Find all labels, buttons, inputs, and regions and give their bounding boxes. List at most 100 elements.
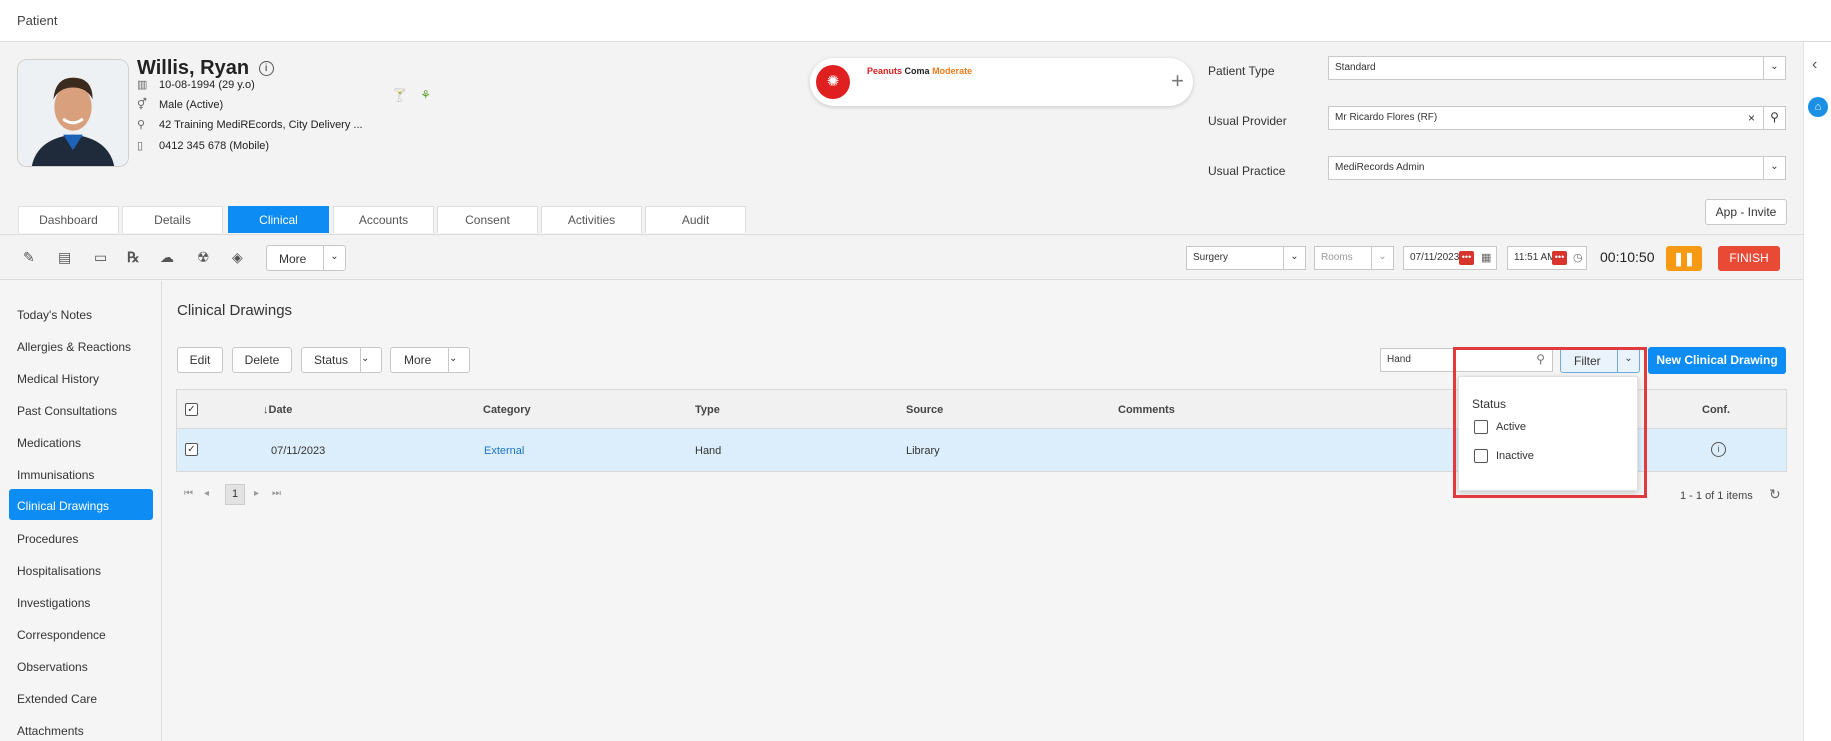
last-page-icon[interactable]: ⏭ [272,488,281,499]
patient-dob-row: ▥ 10-08-1994 (29 y.o) [137,78,255,91]
patient-info-icon[interactable]: i [258,61,274,77]
rooms-select[interactable]: Rooms ⌄ [1314,246,1394,270]
chevron-down-icon[interactable]: ⌄ [323,246,345,270]
toolbar-more-button[interactable]: More ⌄ [266,245,346,271]
toolbar-more-label: More [279,252,307,266]
page-number-button[interactable]: 1 [225,484,245,505]
usual-practice-label: Usual Practice [1208,164,1286,178]
tab-audit[interactable]: Audit [645,206,746,233]
delete-button[interactable]: Delete [232,347,292,373]
prev-page-icon[interactable]: ◂ [204,488,209,499]
usual-provider-input[interactable]: Mr Ricardo Flores (RF) × ⚲ [1328,106,1786,130]
edit-note-icon[interactable]: ✎ [23,249,35,266]
clipboard-icon[interactable]: ▤ [58,249,71,266]
education-cap-icon[interactable]: ◈ [232,249,243,266]
sidebar-item-medications[interactable]: Medications [9,426,153,457]
sidebar-item-past-consultations[interactable]: Past Consultations [9,394,153,425]
date-marker-icon: ••• [1459,251,1474,265]
time-marker-icon: ••• [1552,251,1567,265]
chevron-down-icon[interactable]: ⌄ [448,348,469,372]
hazard-icon[interactable]: ☢ [197,249,210,266]
pause-button[interactable]: ❚❚ [1666,246,1702,271]
next-page-icon[interactable]: ▸ [254,488,259,499]
allergy-reaction: Coma [904,66,930,76]
clock-icon[interactable]: ◷ [1573,251,1583,264]
cake-icon: ▥ [137,79,148,91]
column-category[interactable]: Category [483,404,531,416]
finish-button[interactable]: FINISH [1718,246,1780,271]
chevron-down-icon[interactable]: ⌄ [360,348,381,372]
allergy-severity: Moderate [932,66,973,76]
calendar-icon[interactable]: ▦ [1481,251,1491,264]
usual-provider-value: Mr Ricardo Flores (RF) [1335,112,1438,123]
new-clinical-drawing-button[interactable]: New Clinical Drawing [1648,347,1786,374]
select-all-checkbox[interactable]: ✓ [185,403,198,416]
column-source[interactable]: Source [906,404,943,416]
patient-address: 42 Training MediREcords, City Delivery .… [159,119,363,131]
sidebar-item-clinical-drawings[interactable]: Clinical Drawings [9,489,153,520]
tab-dashboard[interactable]: Dashboard [18,206,119,233]
sidebar-item-hospitalisations[interactable]: Hospitalisations [9,554,153,585]
collapse-chevron-icon[interactable]: ‹ [1812,56,1817,74]
chevron-down-icon[interactable]: ⌄ [1763,57,1785,79]
usual-practice-select[interactable]: MediRecords Admin ⌄ [1328,156,1786,180]
patient-gender: Male (Active) [159,99,224,111]
tab-activities[interactable]: Activities [541,206,642,233]
status-button-label: Status [314,353,349,367]
consult-timer: 00:10:50 [1600,249,1655,265]
sidebar-item-immunisations[interactable]: Immunisations [9,458,153,489]
rooms-placeholder: Rooms [1321,252,1353,263]
first-page-icon[interactable]: ⏮ [184,488,193,499]
column-date[interactable]: ↓Date [263,404,292,416]
sidebar-item-todays-notes[interactable]: Today's Notes [9,298,153,329]
patient-type-select[interactable]: Standard ⌄ [1328,56,1786,80]
column-comments[interactable]: Comments [1118,404,1175,416]
app-invite-button[interactable]: App - Invite [1705,199,1787,225]
sidebar-item-correspondence[interactable]: Correspondence [9,618,153,649]
tab-clinical[interactable]: Clinical [228,206,329,233]
smoking-icon[interactable]: ⚘ [420,88,431,102]
location-select[interactable]: Surgery ⌄ [1186,246,1306,270]
tab-accounts[interactable]: Accounts [333,206,434,233]
sidebar-item-extended-care[interactable]: Extended Care [9,682,153,713]
tab-consent[interactable]: Consent [437,206,538,233]
tab-details[interactable]: Details [122,206,223,233]
chevron-down-icon[interactable]: ⌄ [1371,247,1393,269]
tag-icon[interactable]: ⌂ [1808,97,1828,117]
cloud-icon[interactable]: ☁ [160,249,174,266]
column-type[interactable]: Type [695,404,720,416]
patient-avatar [17,59,129,167]
chevron-down-icon[interactable]: ⌄ [1763,157,1785,179]
sidebar-item-procedures[interactable]: Procedures [9,522,153,553]
patient-phone-row: ▯ 0412 345 678 (Mobile) [137,139,269,152]
patient-header: Willis, Ryan i ▥ 10-08-1994 (29 y.o) ⚥ Mal… [0,43,1803,233]
chevron-down-icon[interactable]: ⌄ [1283,247,1305,269]
sidebar-item-observations[interactable]: Observations [9,650,153,681]
search-icon[interactable]: ⚲ [1763,107,1785,129]
prescription-icon[interactable]: ℞ [127,249,140,266]
sidebar-item-allergies[interactable]: Allergies & Reactions [9,330,153,361]
column-conf[interactable]: Conf. [1702,404,1730,416]
status-button[interactable]: Status ⌄ [301,347,382,373]
date-value: 07/11/2023 [1410,252,1460,263]
row-category-link[interactable]: External [484,445,524,457]
alcohol-glass-icon[interactable]: 🍸 [392,88,407,102]
document-icon[interactable]: ▭ [94,249,107,266]
section-title: Clinical Drawings [177,302,293,319]
add-allergy-plus-icon[interactable]: + [1171,68,1184,94]
edit-button[interactable]: Edit [177,347,223,373]
refresh-icon[interactable]: ↻ [1769,486,1781,503]
clinical-toolbar: ✎ ▤ ▭ ℞ ☁ ☢ ◈ More ⌄ Surgery ⌄ Rooms ⌄ 0… [0,234,1803,280]
search-input-value: Hand [1387,354,1411,365]
avatar-photo [18,60,128,166]
sidebar-item-medical-history[interactable]: Medical History [9,362,153,393]
confidential-info-icon[interactable]: i [1711,442,1726,457]
sidebar-item-attachments[interactable]: Attachments [9,714,153,741]
more-button[interactable]: More ⌄ [390,347,470,373]
time-input[interactable]: 11:51 AM ••• ◷ [1507,246,1587,270]
sidebar-item-investigations[interactable]: Investigations [9,586,153,617]
date-input[interactable]: 07/11/2023 ••• ▦ [1403,246,1497,270]
row-checkbox[interactable]: ✓ [185,443,198,456]
clear-icon[interactable]: × [1748,111,1755,125]
patient-gender-row: ⚥ Male (Active) [137,98,223,111]
